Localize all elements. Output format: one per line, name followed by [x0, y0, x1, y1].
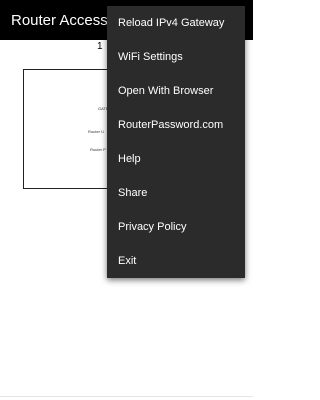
- menu-item-exit[interactable]: Exit: [107, 244, 245, 278]
- gateway-ip-text: 1: [97, 41, 103, 52]
- app-title: Router Access: [11, 12, 108, 29]
- webview-username-label: Router U: [88, 129, 105, 134]
- menu-item-reload-gateway[interactable]: Reload IPv4 Gateway: [107, 6, 245, 40]
- menu-item-privacy-policy[interactable]: Privacy Policy: [107, 210, 245, 244]
- overflow-menu: Reload IPv4 Gateway WiFi Settings Open W…: [107, 6, 245, 278]
- bottom-divider: [0, 396, 253, 397]
- menu-item-help[interactable]: Help: [107, 142, 245, 176]
- menu-item-share[interactable]: Share: [107, 176, 245, 210]
- menu-item-routerpassword[interactable]: RouterPassword.com: [107, 108, 245, 142]
- menu-item-wifi-settings[interactable]: WiFi Settings: [107, 40, 245, 74]
- menu-item-open-with-browser[interactable]: Open With Browser: [107, 74, 245, 108]
- webview-password-label: Router P: [90, 147, 106, 152]
